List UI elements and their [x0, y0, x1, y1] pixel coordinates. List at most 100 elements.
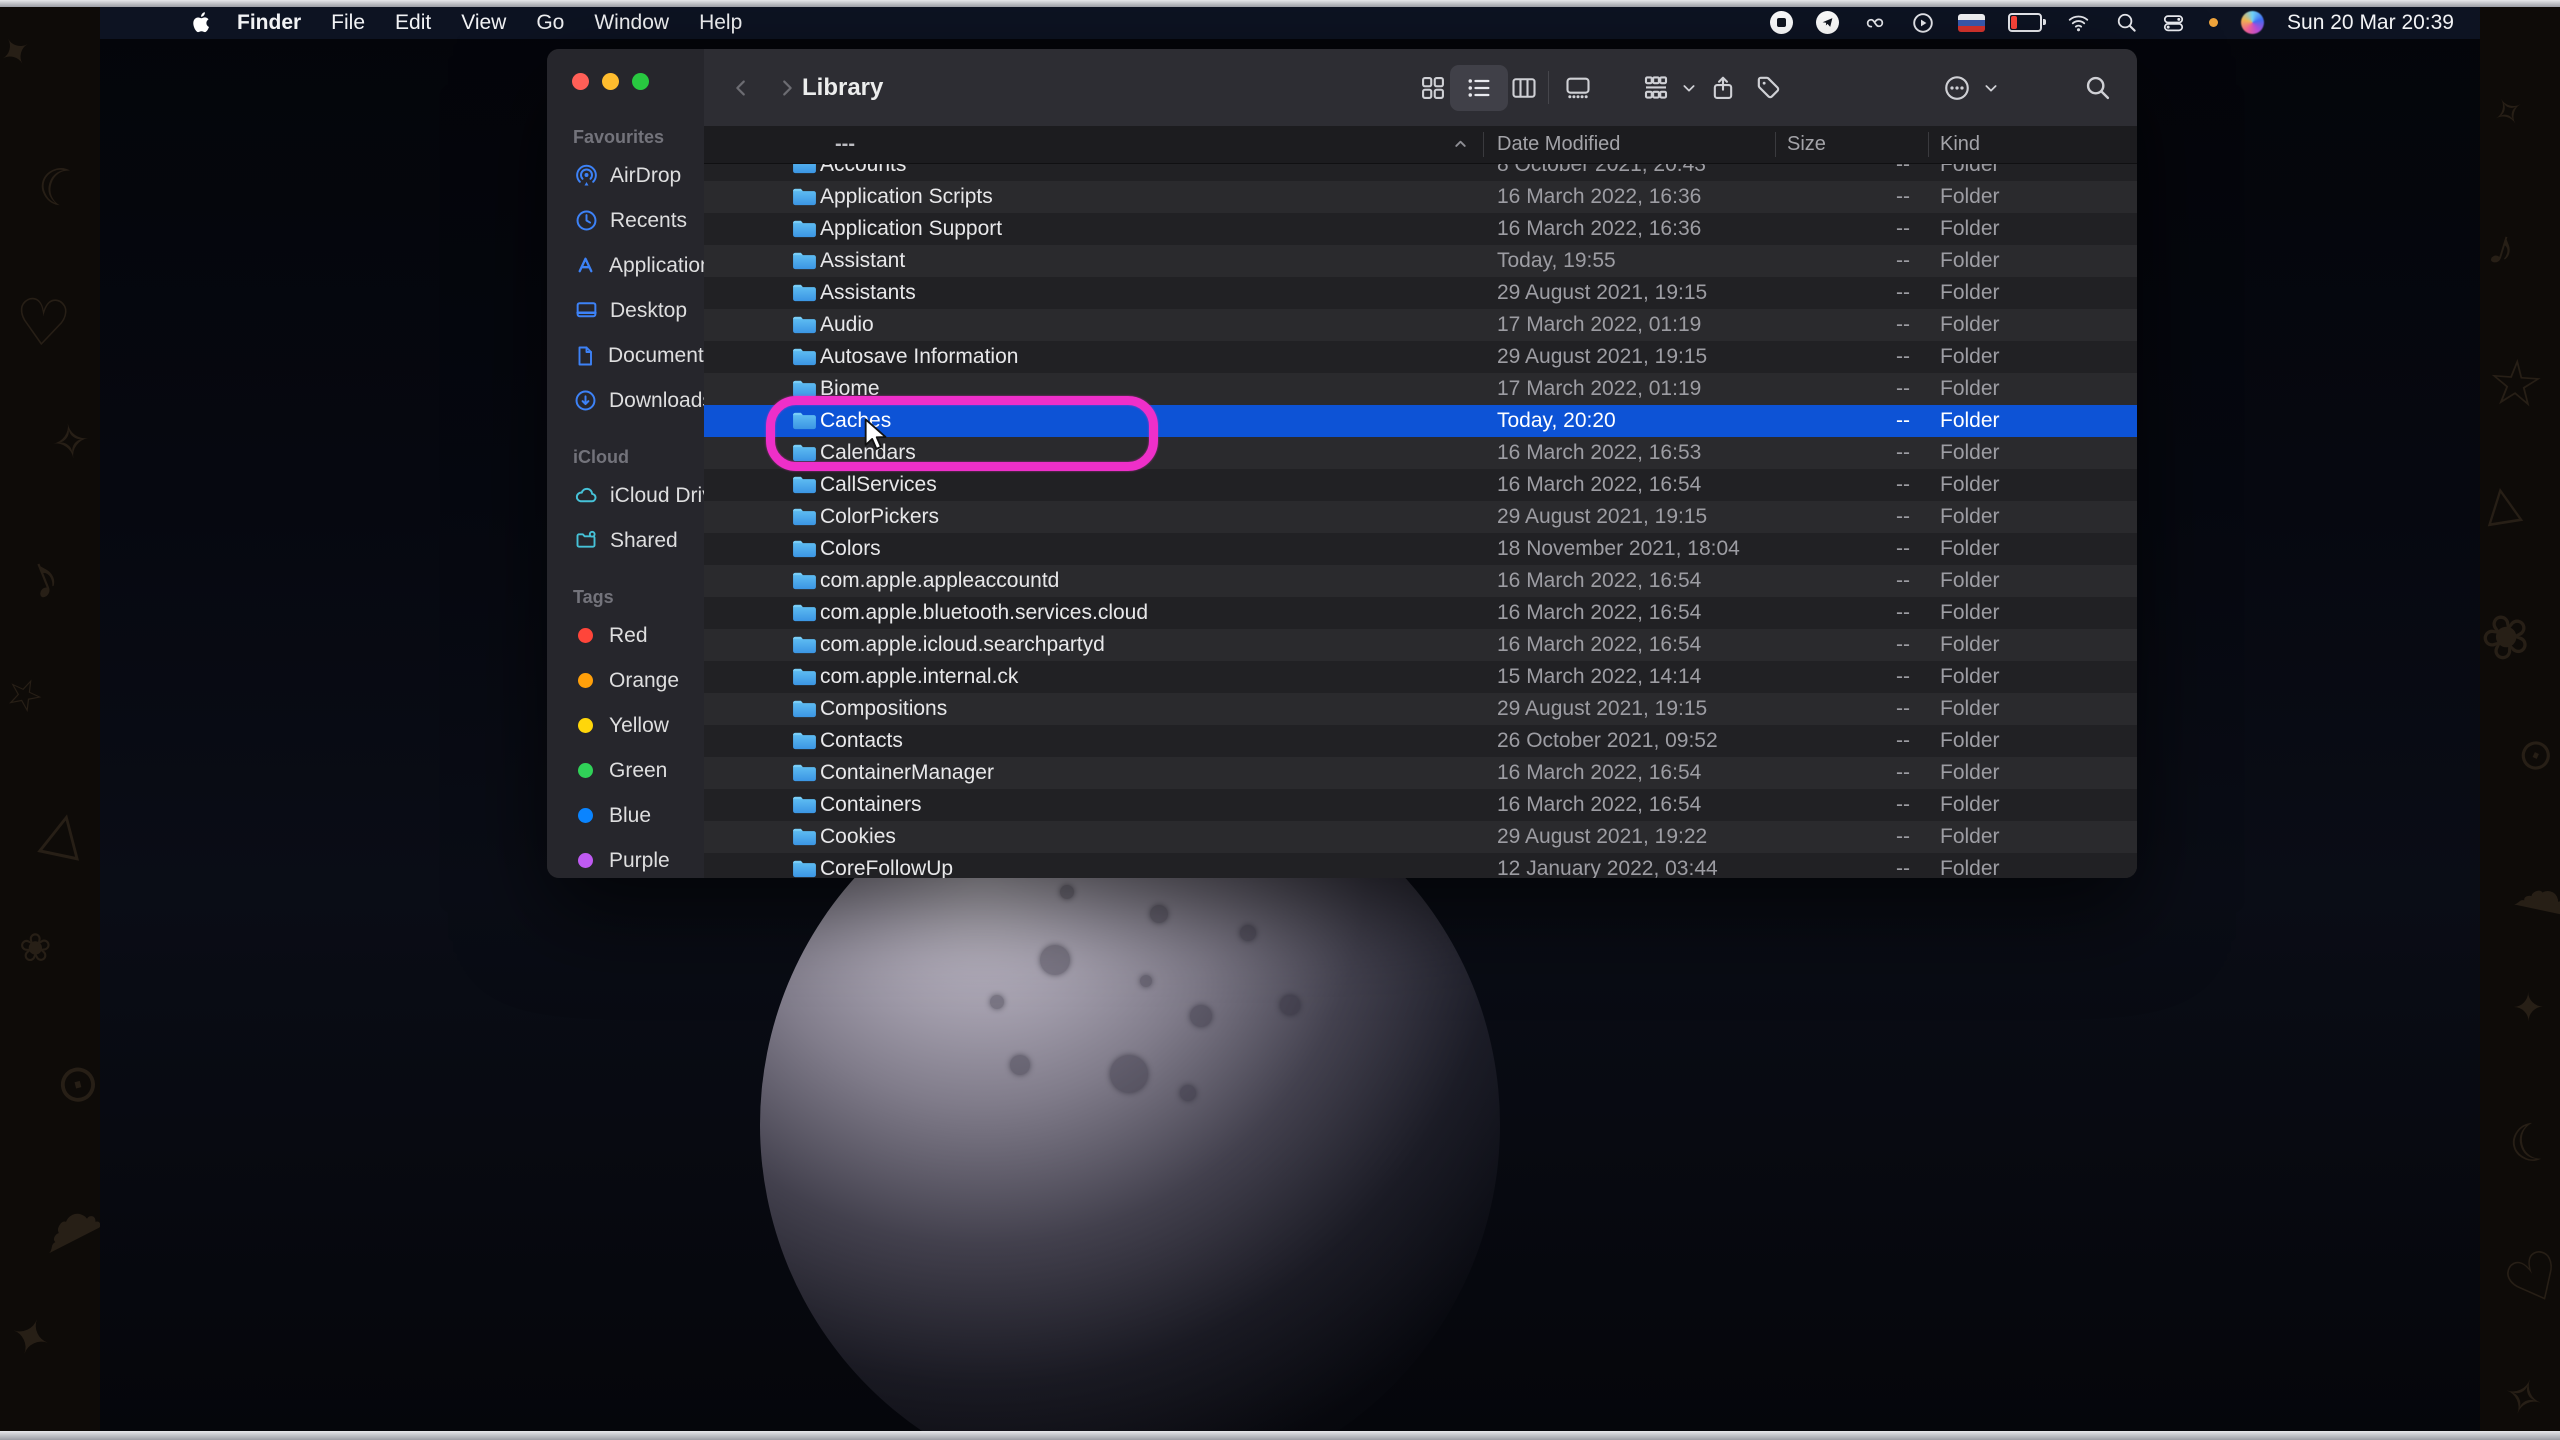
sidebar-item-icloud-drive[interactable]: iCloud Drive	[557, 473, 696, 518]
file-row-com-apple-icloud-searchpartyd[interactable]: com.apple.icloud.searchpartyd16 March 20…	[704, 629, 2137, 661]
file-row-accounts[interactable]: Accounts8 October 2021, 20:43--Folder	[704, 164, 2137, 181]
column-headers: --- Date Modified Size Kind	[704, 126, 2137, 164]
file-row-colorpickers[interactable]: ColorPickers29 August 2021, 19:15--Folde…	[704, 501, 2137, 533]
folder-icon	[792, 693, 817, 725]
sidebar-item-desktop[interactable]: Desktop	[557, 288, 696, 333]
spotlight-search-icon[interactable]	[2115, 11, 2138, 35]
menu-item-help[interactable]: Help	[684, 11, 757, 35]
input-language-flag-ru-icon[interactable]	[1958, 11, 1985, 35]
sidebar-item-documents[interactable]: Documents	[557, 333, 696, 378]
date-modified: 15 March 2022, 14:14	[1497, 661, 1701, 693]
column-header-kind[interactable]: Kind	[1940, 126, 1980, 163]
sidebar-item-green[interactable]: Green	[557, 748, 696, 793]
control-center-icon[interactable]	[2161, 11, 2186, 35]
column-header-size[interactable]: Size	[1787, 126, 1826, 163]
file-name: Compositions	[820, 693, 947, 725]
adobe-creative-cloud-icon[interactable]	[1862, 11, 1888, 35]
file-row-autosave-information[interactable]: Autosave Information29 August 2021, 19:1…	[704, 341, 2137, 373]
toolbar: Library	[704, 49, 2137, 126]
sidebar-item-applications[interactable]: Applications	[557, 243, 696, 288]
search-button[interactable]	[2079, 49, 2115, 126]
sidebar-item-shared[interactable]: Shared	[557, 518, 696, 563]
zoom-button[interactable]	[632, 73, 649, 90]
icon-view-button[interactable]	[1416, 49, 1450, 126]
sort-ascending-icon[interactable]	[1452, 126, 1469, 163]
file-size: --	[1804, 277, 1910, 309]
file-kind: Folder	[1940, 789, 2000, 821]
column-divider[interactable]	[1483, 132, 1484, 157]
file-row-com-apple-appleaccountd[interactable]: com.apple.appleaccountd16 March 2022, 16…	[704, 565, 2137, 597]
battery-low-icon[interactable]	[2008, 11, 2042, 35]
column-divider[interactable]	[1775, 132, 1776, 157]
group-chevron-down-icon[interactable]	[1678, 49, 1700, 126]
menu-item-edit[interactable]: Edit	[380, 11, 446, 35]
back-button[interactable]	[724, 49, 758, 126]
folder-icon	[792, 789, 817, 821]
menu-item-finder[interactable]: Finder	[222, 11, 316, 35]
file-size: --	[1804, 821, 1910, 853]
sidebar-item-downloads[interactable]: Downloads	[557, 378, 696, 423]
list-view-button[interactable]	[1462, 49, 1496, 126]
menu-item-view[interactable]: View	[446, 11, 521, 35]
annotation-circle	[766, 396, 1158, 471]
menu-item-file[interactable]: File	[316, 11, 380, 35]
sidebar-item-label: Recents	[610, 209, 687, 233]
sidebar-section-favourites: FavouritesAirDropRecentsApplicationsDesk…	[547, 127, 704, 148]
sidebar-item-yellow[interactable]: Yellow	[557, 703, 696, 748]
doodle-icon: ❀	[2480, 595, 2543, 679]
date-modified: 12 January 2022, 03:44	[1497, 853, 1718, 878]
sidebar-item-airdrop[interactable]: AirDrop	[557, 153, 696, 198]
apple-menu[interactable]	[192, 12, 222, 33]
play-circle-icon[interactable]	[1911, 11, 1935, 35]
column-header-date-modified[interactable]: Date Modified	[1497, 126, 1620, 163]
sidebar-item-orange[interactable]: Orange	[557, 658, 696, 703]
siri-icon[interactable]	[2241, 11, 2264, 35]
group-button[interactable]	[1638, 49, 1674, 126]
screen-recording-stop-icon[interactable]	[1770, 11, 1793, 35]
more-actions-button[interactable]	[1939, 49, 1975, 126]
file-row-containermanager[interactable]: ContainerManager16 March 2022, 16:54--Fo…	[704, 757, 2137, 789]
file-row-audio[interactable]: Audio17 March 2022, 01:19--Folder	[704, 309, 2137, 341]
file-row-application-support[interactable]: Application Support16 March 2022, 16:36-…	[704, 213, 2137, 245]
column-divider[interactable]	[1928, 132, 1929, 157]
telegram-icon[interactable]	[1816, 11, 1839, 35]
tags-button[interactable]	[1750, 49, 1786, 126]
close-button[interactable]	[572, 73, 589, 90]
sidebar-item-red[interactable]: Red	[557, 613, 696, 658]
file-row-com-apple-internal-ck[interactable]: com.apple.internal.ck15 March 2022, 14:1…	[704, 661, 2137, 693]
wifi-icon[interactable]	[2065, 11, 2092, 35]
menu-item-window[interactable]: Window	[579, 11, 684, 35]
gallery-view-button[interactable]	[1560, 49, 1596, 126]
file-name: Contacts	[820, 725, 903, 757]
column-header-name[interactable]: ---	[835, 126, 855, 163]
file-row-colors[interactable]: Colors18 November 2021, 18:04--Folder	[704, 533, 2137, 565]
file-row-assistants[interactable]: Assistants29 August 2021, 19:15--Folder	[704, 277, 2137, 309]
sidebar-item-purple[interactable]: Purple	[557, 838, 696, 878]
tag-dot-icon	[578, 673, 593, 688]
status-icons	[1770, 11, 2264, 35]
sidebar-item-blue[interactable]: Blue	[557, 793, 696, 838]
share-button[interactable]	[1706, 49, 1740, 126]
date-modified: 16 March 2022, 16:36	[1497, 213, 1701, 245]
file-row-application-scripts[interactable]: Application Scripts16 March 2022, 16:36-…	[704, 181, 2137, 213]
minimize-button[interactable]	[602, 73, 619, 90]
sidebar-item-recents[interactable]: Recents	[557, 198, 696, 243]
date-modified: 16 March 2022, 16:54	[1497, 469, 1701, 501]
file-row-compositions[interactable]: Compositions29 August 2021, 19:15--Folde…	[704, 693, 2137, 725]
file-row-containers[interactable]: Containers16 March 2022, 16:54--Folder	[704, 789, 2137, 821]
date-modified: 16 March 2022, 16:54	[1497, 757, 1701, 789]
file-size: --	[1804, 725, 1910, 757]
file-row-corefollowup[interactable]: CoreFollowUp12 January 2022, 03:44--Fold…	[704, 853, 2137, 878]
more-chevron-down-icon[interactable]	[1980, 49, 2002, 126]
file-row-cookies[interactable]: Cookies29 August 2021, 19:22--Folder	[704, 821, 2137, 853]
menu-bar-clock[interactable]: Sun 20 Mar 20:39	[2287, 11, 2454, 35]
file-row-assistant[interactable]: AssistantToday, 19:55--Folder	[704, 245, 2137, 277]
doodle-icon: ✦	[0, 25, 41, 80]
notification-dot-icon[interactable]	[2209, 11, 2218, 35]
column-view-button[interactable]	[1507, 49, 1541, 126]
forward-button[interactable]	[770, 49, 804, 126]
file-row-callservices[interactable]: CallServices16 March 2022, 16:54--Folder	[704, 469, 2137, 501]
file-row-com-apple-bluetooth-services-cloud[interactable]: com.apple.bluetooth.services.cloud16 Mar…	[704, 597, 2137, 629]
file-row-contacts[interactable]: Contacts26 October 2021, 09:52--Folder	[704, 725, 2137, 757]
menu-item-go[interactable]: Go	[521, 11, 579, 35]
